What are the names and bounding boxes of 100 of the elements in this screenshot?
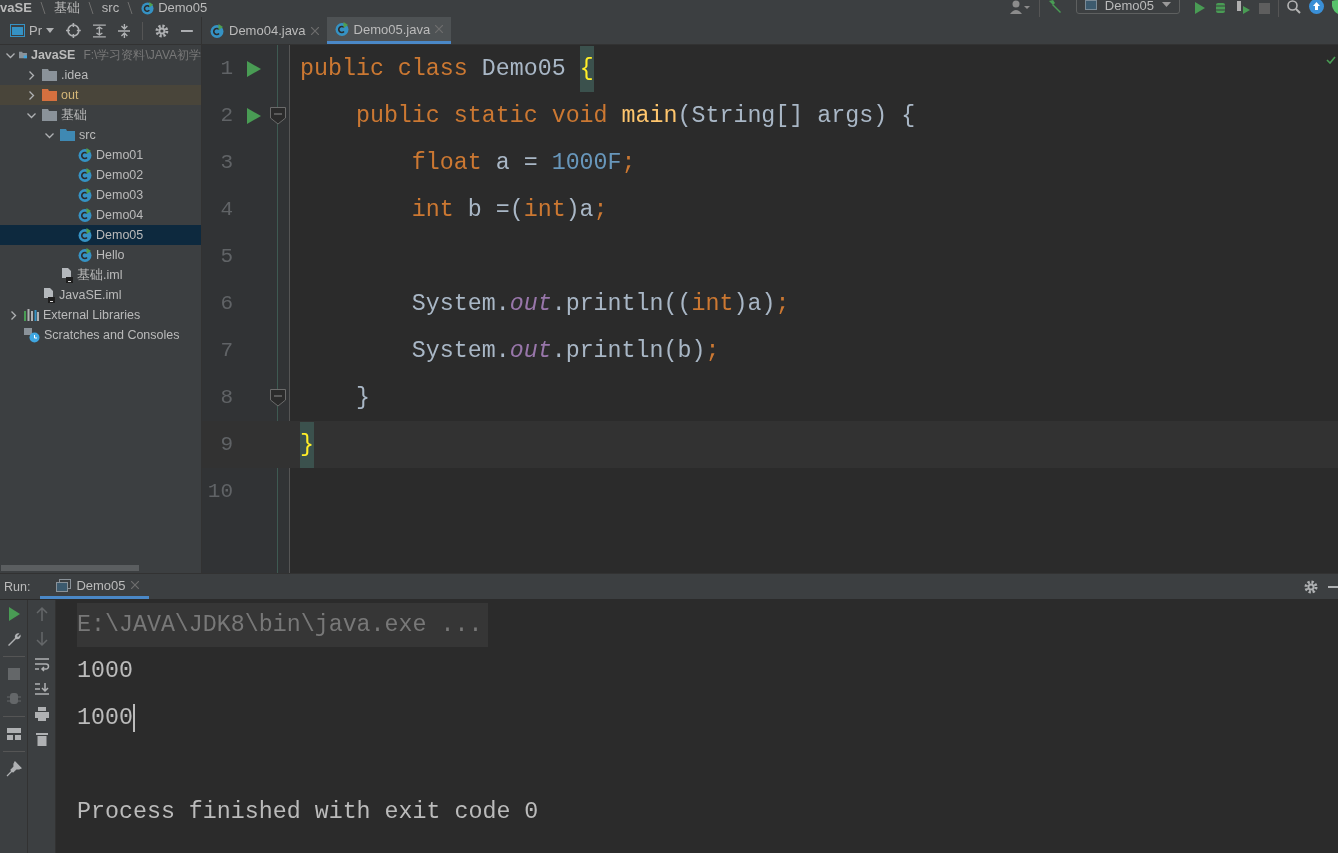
project-path: F:\学习资料\JAVA初学 [83, 46, 201, 64]
tree-item[interactable]: Scratches and Consoles [44, 328, 180, 342]
tree-item[interactable]: JavaSE.iml [59, 288, 122, 302]
settings-icon[interactable] [155, 23, 170, 38]
tree-item[interactable]: JavaSE [30, 48, 76, 62]
windows-icon [56, 578, 72, 592]
console-line: Process finished with exit code 0 [77, 798, 539, 825]
class-icon [78, 228, 92, 242]
run-tab[interactable]: Demo05 [40, 574, 149, 599]
run-icon[interactable] [1194, 2, 1206, 14]
fold-icon[interactable] [270, 106, 286, 125]
collapse-all-icon[interactable] [117, 23, 131, 38]
breadcrumb-item[interactable]: 基础 [53, 1, 80, 14]
breadcrumb-item[interactable]: Demo05 [158, 1, 208, 14]
code-token: ; [705, 337, 720, 364]
minimize-icon[interactable] [181, 29, 193, 32]
layout-icon[interactable] [5, 726, 22, 742]
editor-tab[interactable]: Demo04.java [202, 17, 327, 44]
code-token: float [411, 149, 483, 176]
code-token: )a [565, 196, 594, 223]
scrollbar-thumb[interactable] [1, 565, 139, 571]
tree-item[interactable]: 基础.iml [77, 266, 123, 284]
class-icon [334, 22, 349, 36]
tree-item[interactable]: Demo04 [96, 208, 144, 222]
separator-icon [39, 2, 46, 14]
tree-item[interactable]: 基础 [61, 106, 87, 124]
pin-icon[interactable] [5, 761, 22, 777]
editor-tab[interactable]: Demo05.java [326, 17, 452, 44]
trash-icon[interactable] [33, 731, 50, 747]
class-icon [210, 23, 224, 38]
code-token: int [691, 290, 734, 317]
shield-icon[interactable] [1332, 0, 1338, 14]
class-icon [78, 248, 92, 262]
code-token: ; [621, 149, 636, 176]
tree-item[interactable]: Demo02 [96, 168, 144, 182]
hammer-icon[interactable] [1047, 0, 1062, 14]
bug-icon[interactable] [1214, 2, 1227, 14]
tree-item[interactable]: Demo03 [96, 188, 144, 202]
code-token: a = [495, 149, 539, 176]
code-token: } [355, 384, 370, 411]
folder-icon [42, 109, 57, 121]
code-token: 1000F [551, 149, 622, 176]
tree-item[interactable]: src [79, 128, 96, 142]
run-icon[interactable] [247, 60, 261, 77]
code-token: } [300, 421, 314, 468]
caret-icon [46, 28, 54, 33]
separator-icon [87, 2, 94, 14]
class-icon [78, 168, 92, 182]
code-token: { [579, 45, 594, 92]
run-icon[interactable] [247, 107, 261, 124]
tree-item[interactable]: External Libraries [43, 308, 141, 322]
code-token: public class [300, 55, 469, 82]
folder-icon [42, 69, 57, 81]
view-selector[interactable]: Pr [10, 23, 54, 38]
code-token: out [509, 290, 552, 317]
print-icon[interactable] [33, 706, 50, 722]
code-token: ; [775, 290, 790, 317]
minimize-icon[interactable] [1328, 585, 1338, 588]
code-token: int [411, 196, 455, 223]
tree-item[interactable]: Hello [96, 248, 125, 262]
tree-item[interactable]: .idea [61, 68, 89, 82]
class-icon [141, 2, 155, 15]
class-icon [78, 148, 92, 162]
tree-item[interactable]: Demo05 [96, 228, 144, 242]
class-icon [78, 208, 92, 222]
settings-icon[interactable] [1304, 579, 1318, 594]
code-token: (String[] args) { [677, 102, 916, 129]
user-icon[interactable] [1008, 0, 1031, 14]
file-icon [60, 267, 73, 283]
separator-icon [127, 2, 134, 14]
code-token: ; [593, 196, 608, 223]
expand-all-icon[interactable] [92, 23, 106, 38]
fold-icon[interactable] [270, 388, 286, 407]
code-token: System. [411, 290, 510, 317]
code-token: b =( [467, 196, 524, 223]
soft-wrap-icon[interactable] [33, 656, 50, 672]
tree-item[interactable]: Demo01 [96, 148, 144, 162]
console-line: E:\JAVA\JDK8\bin\java.exe ... [77, 612, 483, 638]
breadcrumb-item[interactable]: vaSE [0, 1, 32, 14]
console-line: 1000 [77, 657, 133, 684]
code-token: public static void [355, 102, 609, 129]
scroll-to-end-icon[interactable] [33, 681, 50, 697]
code-token: int [523, 196, 566, 223]
run-configuration-dropdown[interactable]: Demo05 [1075, 0, 1180, 14]
caret-icon [1162, 2, 1171, 8]
search-icon[interactable] [1287, 0, 1301, 14]
class-icon [78, 188, 92, 202]
coverage-icon[interactable] [1235, 1, 1251, 14]
check-icon[interactable] [1326, 56, 1336, 64]
scratches-icon [24, 327, 40, 343]
tree-item[interactable]: out [61, 88, 79, 102]
module-folder-icon [19, 49, 27, 61]
code-token: out [509, 337, 552, 364]
locate-icon[interactable] [66, 23, 81, 38]
console-line: 1000 [77, 704, 133, 731]
window-icon [10, 24, 25, 37]
breadcrumb-item[interactable]: src [101, 1, 120, 14]
folder-icon [60, 129, 75, 141]
code-token: System. [411, 337, 510, 364]
update-icon[interactable] [1309, 0, 1324, 14]
